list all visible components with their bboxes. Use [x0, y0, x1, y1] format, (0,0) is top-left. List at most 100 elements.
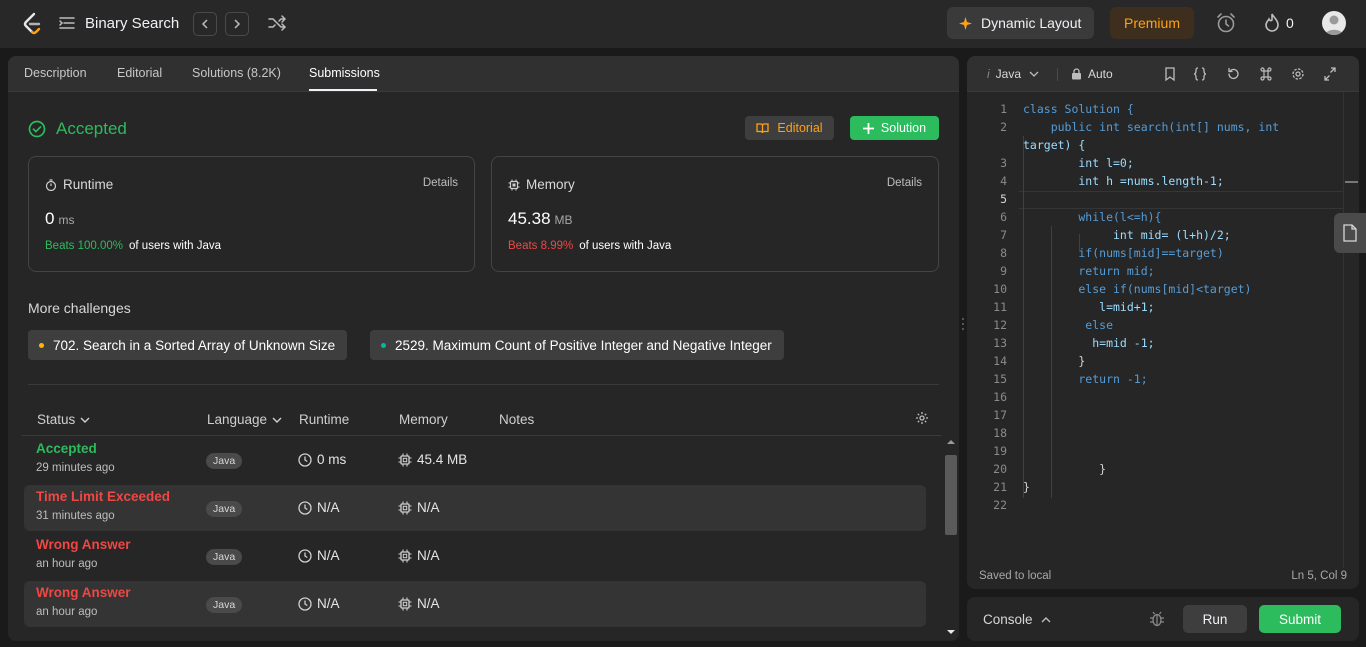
- table-row[interactable]: Time Limit Exceeded 31 minutes ago Java …: [24, 485, 926, 531]
- solution-button[interactable]: Solution: [850, 116, 939, 140]
- row-memory: N/A: [398, 500, 440, 515]
- chevron-down-icon: [1029, 71, 1039, 77]
- settings-gear-icon[interactable]: [1291, 66, 1305, 82]
- cursor-position: Ln 5, Col 9: [1291, 570, 1347, 582]
- tab-solutions[interactable]: Solutions (8.2K): [192, 66, 281, 80]
- memory-unit: MB: [554, 213, 573, 227]
- memory-details-link[interactable]: Details: [887, 177, 922, 189]
- runtime-value: 0: [45, 209, 55, 228]
- row-runtime: N/A: [298, 500, 340, 515]
- next-problem-button[interactable]: [225, 12, 249, 36]
- line-number: 4: [1000, 174, 1007, 188]
- runtime-value-group: 0 ms: [45, 209, 74, 229]
- runtime-card[interactable]: Runtime Details 0 ms Beats 100.00% of user…: [28, 156, 475, 272]
- row-status[interactable]: Wrong Answer: [36, 537, 131, 552]
- submissions-panel: Description Editorial Solutions (8.2K) S…: [8, 56, 959, 641]
- chevron-right-icon: [234, 19, 241, 29]
- scroll-down-arrow-icon[interactable]: [943, 627, 959, 637]
- chip-icon: [398, 597, 412, 610]
- submit-button[interactable]: Submit: [1259, 605, 1341, 633]
- code-line: while(l<=h){: [1023, 210, 1162, 224]
- shuffle-icon[interactable]: [267, 14, 287, 32]
- row-runtime-value: 0 ms: [317, 452, 347, 467]
- problem-title[interactable]: Binary Search: [85, 15, 179, 32]
- row-status[interactable]: Wrong Answer: [36, 585, 131, 600]
- tab-submissions[interactable]: Submissions: [309, 66, 380, 80]
- editor-scroll-marker: [1345, 181, 1358, 183]
- memory-beats: Beats 8.99% of users with Java: [508, 240, 671, 252]
- auto-mode-toggle[interactable]: Auto: [1071, 67, 1113, 81]
- challenge-chip-2529[interactable]: 2529. Maximum Count of Positive Integer …: [370, 330, 784, 360]
- chevron-up-icon: [1041, 616, 1051, 622]
- result-status: Accepted: [56, 119, 127, 138]
- alarm-clock-icon[interactable]: [1215, 12, 1237, 34]
- format-braces-icon[interactable]: [1193, 66, 1207, 82]
- bookmark-icon[interactable]: [1163, 66, 1177, 82]
- notes-column-header: Notes: [499, 412, 535, 427]
- language-column-header[interactable]: Language: [207, 412, 282, 427]
- line-number: 15: [993, 372, 1007, 386]
- prev-problem-button[interactable]: [193, 12, 217, 36]
- code-line: int mid= (l+h)/2;: [1023, 228, 1231, 242]
- clock-icon: [298, 548, 312, 563]
- chip-icon: [398, 501, 412, 514]
- section-divider: [28, 384, 939, 385]
- reset-icon[interactable]: [1226, 66, 1240, 82]
- command-shortcut-icon[interactable]: [1259, 66, 1273, 82]
- line-number: 19: [993, 444, 1007, 458]
- table-header-divider: [22, 435, 942, 436]
- editorial-button[interactable]: Editorial: [745, 116, 834, 140]
- row-time: an hour ago: [36, 606, 98, 618]
- scroll-thumb[interactable]: [945, 455, 957, 535]
- table-settings-gear-icon[interactable]: [915, 411, 929, 425]
- table-scrollbar[interactable]: [943, 437, 959, 641]
- fullscreen-expand-icon[interactable]: [1323, 66, 1337, 82]
- tab-editorial[interactable]: Editorial: [117, 66, 162, 80]
- avatar[interactable]: [1322, 11, 1346, 35]
- console-bar: Console Run Submit: [967, 597, 1359, 641]
- line-number: 12: [993, 318, 1007, 332]
- tab-description[interactable]: Description: [24, 66, 87, 80]
- language-selector-value: Java: [995, 67, 1022, 81]
- panel-resize-handle[interactable]: [961, 316, 965, 332]
- challenge-chip-702[interactable]: 702. Search in a Sorted Array of Unknown…: [28, 330, 348, 360]
- table-row[interactable]: Accepted 29 minutes ago Java 0 ms 45.4 M…: [24, 437, 926, 483]
- current-line-highlight: [1019, 191, 1343, 209]
- runtime-details-link[interactable]: Details: [423, 177, 458, 189]
- row-memory-value: N/A: [417, 596, 440, 611]
- active-tab-indicator: [309, 89, 377, 91]
- chevron-down-icon: [272, 417, 282, 423]
- table-row[interactable]: Wrong Answer an hour ago Java N/A N/A: [24, 581, 926, 627]
- console-toggle[interactable]: Console: [983, 612, 1051, 627]
- memory-label: Memory: [526, 177, 575, 192]
- notes-side-tab[interactable]: [1334, 213, 1366, 253]
- line-number: 16: [993, 390, 1007, 404]
- streak-fire-icon[interactable]: [1264, 13, 1280, 33]
- chip-icon: [398, 453, 412, 466]
- editor-toolbar: i Java Auto: [967, 56, 1359, 92]
- plus-icon: [862, 122, 874, 134]
- row-time: an hour ago: [36, 558, 98, 570]
- editor-scrollbar-track[interactable]: [1343, 92, 1344, 568]
- row-runtime: 0 ms: [298, 452, 346, 467]
- line-number: 1: [1000, 102, 1007, 116]
- row-status[interactable]: Time Limit Exceeded: [36, 489, 170, 504]
- code-line: else: [1023, 318, 1114, 332]
- chevron-left-icon: [201, 19, 208, 29]
- problem-list-icon[interactable]: [58, 14, 76, 32]
- memory-card[interactable]: Memory Details 45.38 MB Beats 8.99% of use…: [491, 156, 939, 272]
- dynamic-layout-label: Dynamic Layout: [981, 15, 1082, 31]
- language-selector[interactable]: i Java: [987, 67, 1039, 81]
- leetcode-logo-icon[interactable]: [22, 12, 42, 36]
- scroll-up-arrow-icon[interactable]: [943, 437, 959, 447]
- status-column-header[interactable]: Status: [37, 412, 90, 427]
- row-runtime-value: N/A: [317, 548, 340, 563]
- row-status[interactable]: Accepted: [36, 441, 97, 456]
- memory-value: 45.38: [508, 209, 551, 228]
- line-number: 17: [993, 408, 1007, 422]
- premium-button[interactable]: Premium: [1110, 7, 1194, 39]
- table-row[interactable]: Wrong Answer an hour ago Java N/A N/A: [24, 533, 926, 579]
- dynamic-layout-button[interactable]: Dynamic Layout: [947, 7, 1094, 39]
- run-button[interactable]: Run: [1183, 605, 1247, 633]
- debug-bug-icon[interactable]: [1149, 610, 1165, 628]
